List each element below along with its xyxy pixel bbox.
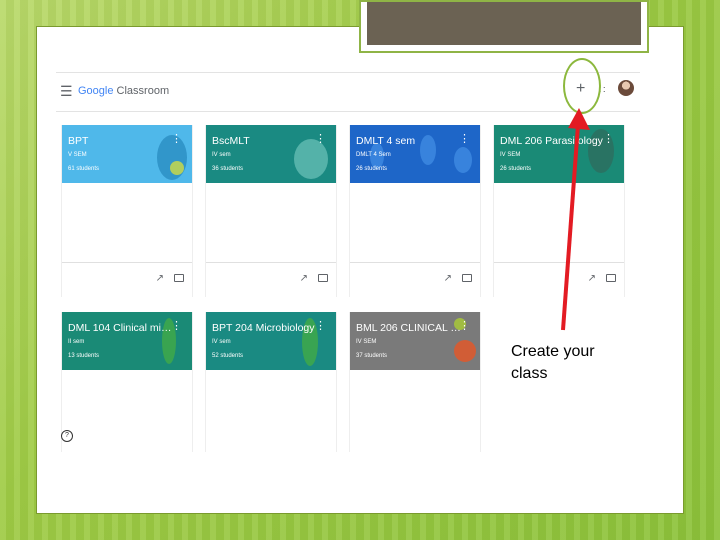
arrow-overlay — [561, 108, 590, 331]
callout-text: Create your class — [511, 341, 631, 385]
callout-line-2: class — [511, 365, 548, 382]
help-icon[interactable]: ? — [61, 430, 73, 442]
red-arrow-shaft — [561, 124, 580, 331]
callout-line-1: Create your — [511, 343, 595, 360]
red-arrow-head — [568, 108, 590, 130]
